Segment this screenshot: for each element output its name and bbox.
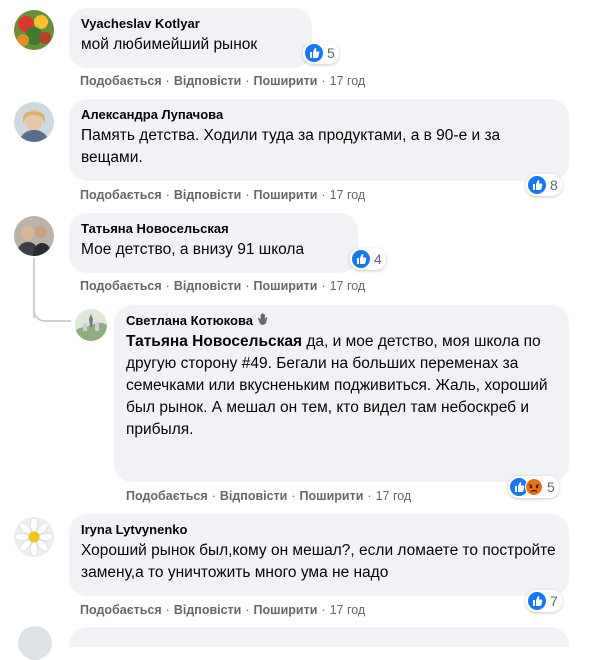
like-button[interactable]: Подобається <box>80 603 162 617</box>
like-button[interactable]: Подобається <box>80 74 162 88</box>
share-button[interactable]: Поширити <box>254 603 318 617</box>
comment-actions: Подобається · Відповісти · Поширити · 17 год <box>80 74 366 88</box>
comment-time[interactable]: 17 год <box>330 188 366 202</box>
like-icon <box>528 592 546 610</box>
reaction-count: 4 <box>374 251 382 267</box>
like-button[interactable]: Подобається <box>80 188 162 202</box>
comment-author[interactable]: Светлана Котюкова <box>126 313 557 329</box>
angry-icon <box>525 478 543 496</box>
reaction-count: 8 <box>550 177 558 193</box>
reactions-summary[interactable]: 4 <box>350 248 386 270</box>
comment-text: Память детства. Ходили туда за продуктам… <box>81 127 501 166</box>
share-button[interactable]: Поширити <box>300 489 364 503</box>
comment-actions: Подобається · Відповісти · Поширити · 17 год <box>80 188 366 202</box>
reply-button[interactable]: Відповісти <box>220 489 288 503</box>
comment-bubble: Vyacheslav Kotlyar мой любимейший рынок <box>69 8 312 68</box>
comment-time[interactable]: 17 год <box>330 279 366 293</box>
comment-time[interactable]: 17 год <box>376 489 412 503</box>
like-icon <box>305 44 323 62</box>
avatar[interactable] <box>18 626 52 660</box>
comment-text: Хороший рынок был,кому он мешал?, если л… <box>81 542 556 581</box>
comment-bubble <box>69 627 569 647</box>
comment-time[interactable]: 17 год <box>330 603 366 617</box>
share-button[interactable]: Поширити <box>254 74 318 88</box>
comment-bubble: Александра Лупачова Память детства. Ходи… <box>69 99 569 181</box>
reactions-summary[interactable]: 7 <box>526 590 562 612</box>
comment-text: Мое детство, а внизу 91 школа <box>81 241 305 258</box>
like-button[interactable]: Подобається <box>80 279 162 293</box>
reaction-count: 5 <box>547 479 555 495</box>
comment-author[interactable]: Александра Лупачова <box>81 107 557 123</box>
reply-button[interactable]: Відповісти <box>174 188 242 202</box>
reply-button[interactable]: Відповісти <box>174 74 242 88</box>
mention-link[interactable]: Татьяна Новосельская <box>126 333 302 350</box>
comment-text: Татьяна Новосельская да, и мое детство, … <box>126 333 548 438</box>
reply-button[interactable]: Відповісти <box>174 603 242 617</box>
avatar[interactable] <box>14 216 54 256</box>
comment-actions: Подобається · Відповісти · Поширити · 17 год <box>126 489 412 503</box>
comment-actions: Подобається · Відповісти · Поширити · 17 год <box>80 603 366 617</box>
comment-text: мой любимейший рынок <box>81 36 258 53</box>
avatar[interactable] <box>75 309 107 341</box>
reaction-count: 7 <box>550 593 558 609</box>
reply-thread-curve <box>33 300 71 322</box>
avatar[interactable] <box>14 517 54 557</box>
reaction-count: 5 <box>327 45 335 61</box>
share-button[interactable]: Поширити <box>254 188 318 202</box>
comment-bubble: Светлана Котюкова Татьяна Новосельская д… <box>114 305 569 482</box>
reactions-summary[interactable]: 5 <box>303 42 339 64</box>
reactions-summary[interactable]: 5 <box>508 476 559 498</box>
comment-author[interactable]: Iryna Lytvynenko <box>81 522 557 538</box>
reply-button[interactable]: Відповісти <box>174 279 242 293</box>
comment-bubble: Iryna Lytvynenko Хороший рынок был,кому … <box>69 514 569 596</box>
like-icon <box>528 176 546 194</box>
like-button[interactable]: Подобається <box>126 489 208 503</box>
comment-time[interactable]: 17 год <box>330 74 366 88</box>
avatar[interactable] <box>14 102 54 142</box>
share-button[interactable]: Поширити <box>254 279 318 293</box>
comment-author[interactable]: Татьяна Новосельская <box>81 221 346 237</box>
comment-bubble: Татьяна Новосельская Мое детство, а вниз… <box>69 213 358 273</box>
waving-hand-icon <box>258 313 268 325</box>
reactions-summary[interactable]: 8 <box>526 174 562 196</box>
like-icon <box>352 250 370 268</box>
comment-author[interactable]: Vyacheslav Kotlyar <box>81 16 300 32</box>
comment-actions: Подобається · Відповісти · Поширити · 17 год <box>80 279 366 293</box>
avatar[interactable] <box>14 10 54 50</box>
